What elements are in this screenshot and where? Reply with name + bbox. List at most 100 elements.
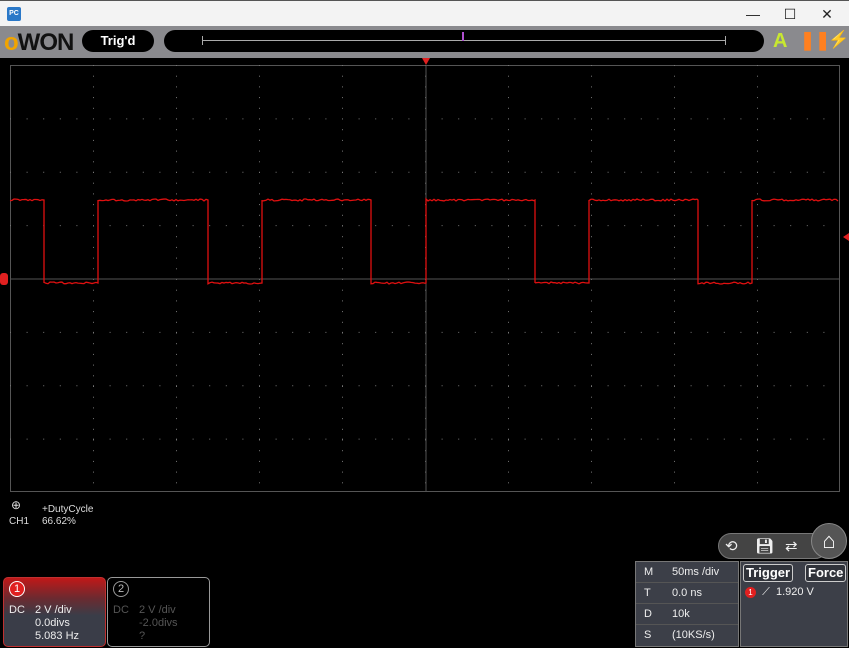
grid-dot bbox=[342, 140, 343, 141]
grid-dot bbox=[591, 354, 592, 355]
grid-dot bbox=[508, 450, 509, 451]
grid-dot bbox=[757, 65, 758, 66]
grid-dot bbox=[757, 258, 758, 259]
grid-dot bbox=[259, 375, 260, 376]
grid-dot bbox=[93, 407, 94, 408]
grid-dot bbox=[392, 385, 393, 386]
grid-dot bbox=[392, 439, 393, 440]
grid-dot bbox=[674, 268, 675, 269]
grid-dot bbox=[508, 183, 509, 184]
grid-dot bbox=[624, 439, 625, 440]
grid-dot bbox=[674, 204, 675, 205]
grid-dot bbox=[176, 461, 177, 462]
grid-dot bbox=[491, 172, 492, 173]
grid-dot bbox=[757, 407, 758, 408]
grid-dot bbox=[491, 225, 492, 226]
grid-dot bbox=[458, 439, 459, 440]
horizontal-panel[interactable]: M 50ms /div T 0.0 ns D 10k S (10KS/s) bbox=[635, 561, 739, 647]
grid-dot bbox=[93, 140, 94, 141]
grid-dot bbox=[242, 118, 243, 119]
grid-dot bbox=[674, 482, 675, 483]
grid-dot bbox=[342, 258, 343, 259]
grid-dot bbox=[176, 365, 177, 366]
channel-2-panel[interactable]: 2 DC 2 V /div -2.0divs? bbox=[107, 577, 210, 647]
home-reset-icon[interactable]: ⟲ bbox=[725, 537, 738, 555]
grid-dot bbox=[674, 129, 675, 130]
grid-dot bbox=[757, 439, 758, 440]
grid-dot bbox=[674, 247, 675, 248]
grid-dot bbox=[774, 118, 775, 119]
grid-dot bbox=[674, 86, 675, 87]
grid-dot bbox=[176, 439, 177, 440]
grid-dot bbox=[691, 439, 692, 440]
grid-dot bbox=[10, 439, 11, 440]
grid-dot bbox=[259, 461, 260, 462]
grid-dot bbox=[342, 108, 343, 109]
grid-dot bbox=[176, 397, 177, 398]
grid-dot bbox=[790, 439, 791, 440]
grid-dot bbox=[126, 118, 127, 119]
measurement-value: 66.62% bbox=[42, 516, 76, 527]
channel-1-panel[interactable]: 1 DC 2 V /div 0.0divs 5.083 Hz bbox=[3, 577, 106, 647]
grid-dot bbox=[176, 450, 177, 451]
grid-dot bbox=[823, 172, 824, 173]
grid-dot bbox=[209, 385, 210, 386]
grid-dot bbox=[292, 118, 293, 119]
grid-dot bbox=[707, 225, 708, 226]
grid-dot bbox=[309, 225, 310, 226]
grid-dot bbox=[325, 439, 326, 440]
home-button[interactable]: ⌂ bbox=[811, 523, 847, 559]
grid-dot bbox=[574, 385, 575, 386]
label: S bbox=[644, 625, 651, 646]
add-measurement-icon[interactable]: ⊕ bbox=[11, 498, 21, 512]
grid-dot bbox=[458, 385, 459, 386]
grid-dot bbox=[342, 354, 343, 355]
swap-window-icon[interactable]: ⇄ bbox=[785, 537, 798, 555]
sample-rate-value: (10KS/s) bbox=[672, 625, 715, 646]
grid-dot bbox=[259, 482, 260, 483]
grid-dot bbox=[674, 290, 675, 291]
grid-dot bbox=[408, 332, 409, 333]
grid-dot bbox=[27, 385, 28, 386]
grid-dot bbox=[591, 472, 592, 473]
grid-dot bbox=[823, 118, 824, 119]
grid-dot bbox=[757, 429, 758, 430]
trigger-button[interactable]: Trigger bbox=[743, 564, 793, 582]
grid-dot bbox=[674, 118, 675, 119]
grid-dot bbox=[342, 151, 343, 152]
grid-dot bbox=[342, 236, 343, 237]
grid-dot bbox=[176, 300, 177, 301]
grid-dot bbox=[259, 397, 260, 398]
grid-dot bbox=[508, 407, 509, 408]
grid-dot bbox=[176, 290, 177, 291]
grid-dot bbox=[292, 385, 293, 386]
grid-dot bbox=[342, 268, 343, 269]
grid-dot bbox=[176, 204, 177, 205]
grid-dot bbox=[93, 450, 94, 451]
grid-dot bbox=[193, 332, 194, 333]
grid-dot bbox=[790, 225, 791, 226]
save-icon[interactable]: 💾︎ bbox=[755, 537, 774, 555]
grid-dot bbox=[342, 129, 343, 130]
grid-dot bbox=[740, 332, 741, 333]
grid-dot bbox=[674, 225, 675, 226]
grid-dot bbox=[93, 397, 94, 398]
grid-dot bbox=[309, 172, 310, 173]
grid-dot bbox=[674, 375, 675, 376]
grid-dot bbox=[342, 118, 343, 119]
grid-dot bbox=[508, 118, 509, 119]
grid-dot bbox=[375, 225, 376, 226]
grid-dot bbox=[325, 225, 326, 226]
grid-dot bbox=[309, 385, 310, 386]
force-button[interactable]: Force bbox=[805, 564, 846, 582]
grid-dot bbox=[807, 332, 808, 333]
grid-dot bbox=[176, 482, 177, 483]
grid-dot bbox=[342, 172, 343, 173]
grid-dot bbox=[442, 172, 443, 173]
grid-dot bbox=[176, 108, 177, 109]
grid-dot bbox=[757, 375, 758, 376]
grid-dot bbox=[608, 225, 609, 226]
grid-dot bbox=[591, 193, 592, 194]
grid-dot bbox=[674, 236, 675, 237]
grid-dot bbox=[242, 172, 243, 173]
